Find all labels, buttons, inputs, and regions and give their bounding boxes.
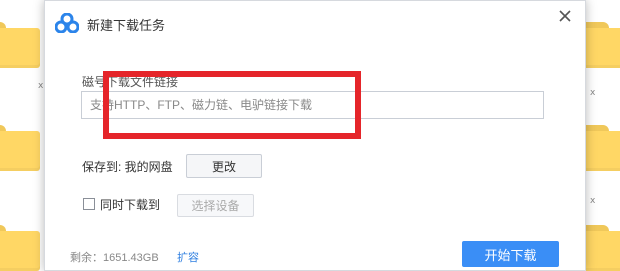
folder-icon[interactable] <box>583 22 620 68</box>
folder-icon[interactable] <box>0 22 40 68</box>
folder-icon[interactable] <box>0 225 40 271</box>
change-location-button[interactable]: 更改 <box>186 154 262 178</box>
dialog-title: 新建下载任务 <box>87 18 166 33</box>
download-url-input[interactable] <box>81 91 544 119</box>
folder-icon[interactable] <box>0 125 40 171</box>
select-device-button[interactable]: 选择设备 <box>177 194 254 217</box>
expand-storage-link[interactable]: 扩容 <box>177 249 199 265</box>
folder-icon[interactable] <box>583 125 620 171</box>
remaining-space-text: 剩余：1651.43GB <box>70 252 159 264</box>
baidu-netdisk-logo-icon <box>55 13 79 33</box>
simultaneous-download-checkbox[interactable] <box>83 198 95 210</box>
simultaneous-download-label: 同时下载到 <box>100 198 161 212</box>
dialog-titlebar[interactable]: 新建下载任务 <box>45 1 585 45</box>
close-icon[interactable] <box>555 6 575 26</box>
start-download-button[interactable]: 开始下载 <box>462 241 559 267</box>
file-mark: x <box>590 196 596 206</box>
file-mark: x <box>38 81 44 91</box>
file-mark: x <box>590 88 596 98</box>
save-location-label: 保存到: 我的网盘 <box>82 160 173 174</box>
url-field-label: 磁号下载文件链接 <box>82 75 179 89</box>
new-download-dialog: 新建下载任务 磁号下载文件链接 保存到: 我的网盘 更改 同时下载到 选择设备 … <box>44 0 586 271</box>
folder-icon[interactable] <box>583 225 620 271</box>
